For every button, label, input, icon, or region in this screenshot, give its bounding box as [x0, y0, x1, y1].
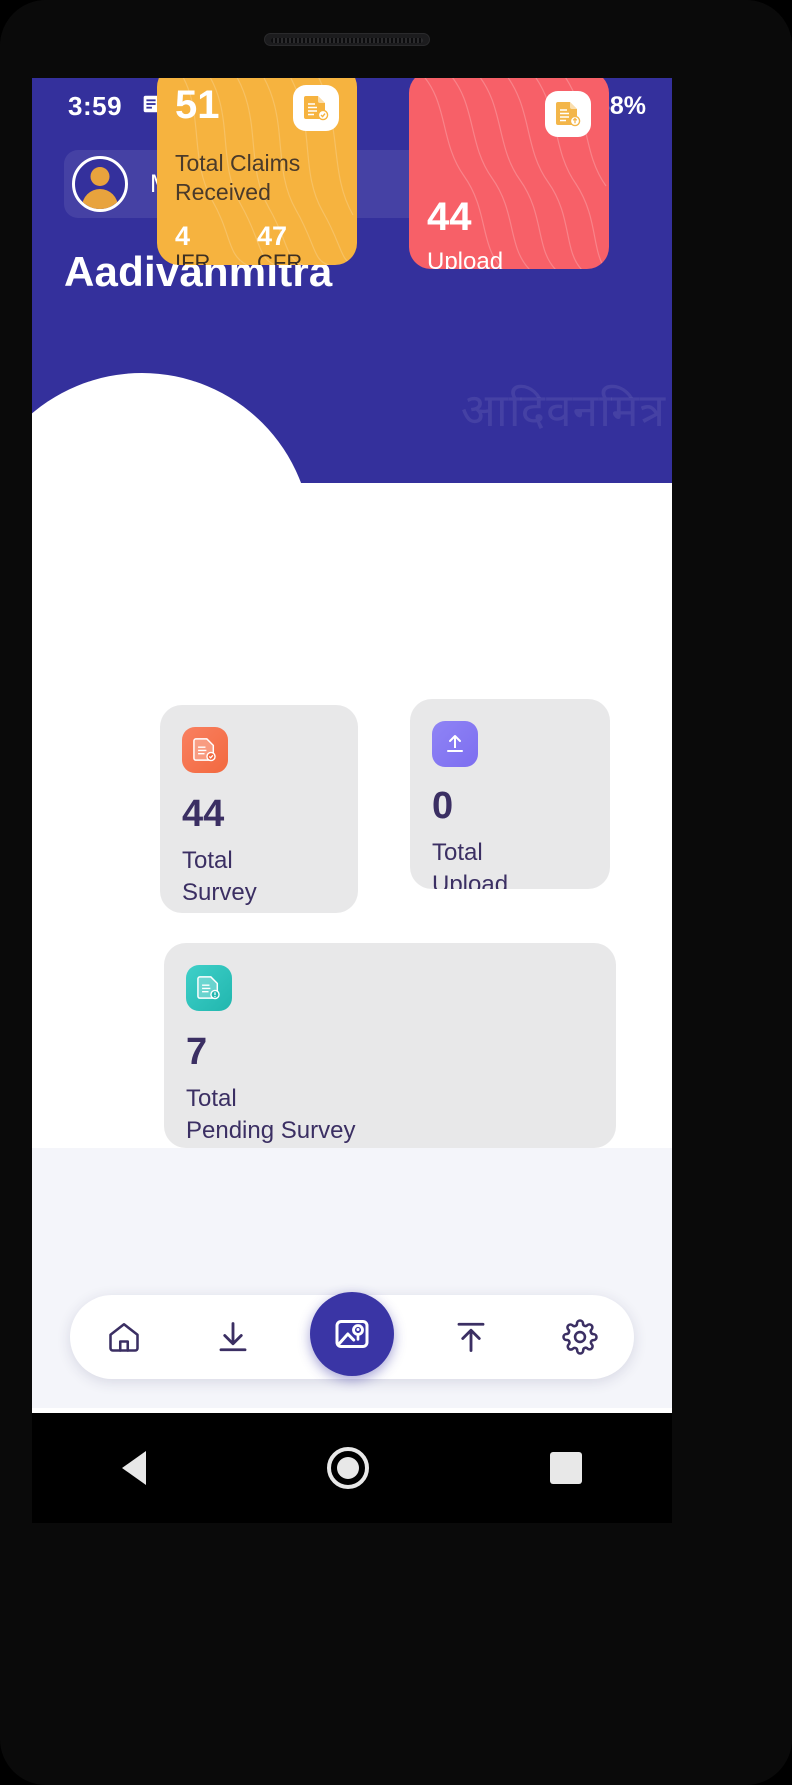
phone-screen: आदिवनमित्र 3:59 58% Aadivanmitra 51 Tota… — [32, 78, 672, 1413]
gear-icon — [562, 1319, 598, 1355]
document-check-icon — [182, 727, 228, 773]
upload-icon — [457, 1322, 485, 1352]
hero-card-row: 51 Total Claims Received 4 IFR 47 CFR 44… — [32, 78, 672, 269]
upload-pending-count: 0 — [432, 785, 454, 827]
device-top-bezel — [0, 0, 792, 78]
pending-survey-count: 7 — [186, 1031, 208, 1073]
back-triangle-icon[interactable] — [122, 1451, 147, 1485]
pending-survey-label: Total Pending Survey — [186, 1085, 356, 1145]
card-total-claims-received[interactable]: 51 Total Claims Received 4 IFR 47 CFR — [157, 78, 357, 265]
earpiece-speaker — [264, 33, 430, 46]
upload-arrow-icon — [432, 721, 478, 767]
home-icon — [109, 1322, 139, 1352]
dashboard-content: 51 Total Claims Received 4 IFR 47 CFR 44… — [32, 78, 672, 1408]
stat-card-row-1: 44 Total Survey Completed — [32, 699, 672, 913]
card-total-pending-survey[interactable]: 7 Total Pending Survey — [164, 943, 616, 1148]
survey-completed-count: 44 — [182, 793, 225, 835]
document-pending-icon — [186, 965, 232, 1011]
recents-square-icon[interactable] — [549, 1452, 582, 1484]
map-pin-icon — [335, 1320, 369, 1348]
upload-pending-label: Total Upload Pending — [432, 839, 509, 889]
claims-cfr: 47 CFR — [257, 222, 339, 265]
claims-label: Total Claims Received — [175, 150, 301, 206]
bottom-navigation — [70, 1292, 634, 1379]
document-claim-icon — [293, 85, 339, 131]
cfr-label: CFR — [257, 250, 303, 265]
upload-data-label: Upload Data — [427, 248, 504, 269]
survey-completed-label: Total Survey Completed — [182, 847, 298, 913]
stat-cards-section: 44 Total Survey Completed — [32, 483, 672, 1148]
ifr-value: 4 — [175, 220, 191, 251]
document-upload-icon — [545, 91, 591, 137]
cfr-value: 47 — [257, 220, 288, 251]
card-upload-data[interactable]: 44 Upload Data — [409, 78, 609, 269]
card-total-survey-completed[interactable]: 44 Total Survey Completed — [160, 705, 358, 913]
ifr-label: IFR — [175, 250, 211, 265]
upload-data-count: 44 — [427, 195, 472, 239]
header-curve-decoration — [32, 373, 312, 483]
nav-map[interactable] — [309, 1292, 394, 1376]
download-icon — [219, 1322, 247, 1352]
nav-settings[interactable] — [549, 1306, 611, 1368]
nav-home[interactable] — [93, 1306, 155, 1368]
claims-breakdown: 4 IFR 47 CFR — [175, 222, 339, 265]
claims-ifr: 4 IFR — [175, 222, 257, 265]
android-navigation-bar — [32, 1413, 672, 1523]
claims-count: 51 — [175, 83, 220, 127]
nav-upload[interactable] — [440, 1306, 502, 1368]
nav-download[interactable] — [202, 1306, 264, 1368]
phone-device: आदिवनमित्र 3:59 58% Aadivanmitra 51 Tota… — [0, 0, 792, 1785]
card-total-upload-pending[interactable]: 0 Total Upload Pending — [410, 699, 610, 889]
devanagari-watermark: आदिवनमित्र — [460, 383, 666, 437]
home-circle-icon[interactable] — [326, 1447, 369, 1489]
